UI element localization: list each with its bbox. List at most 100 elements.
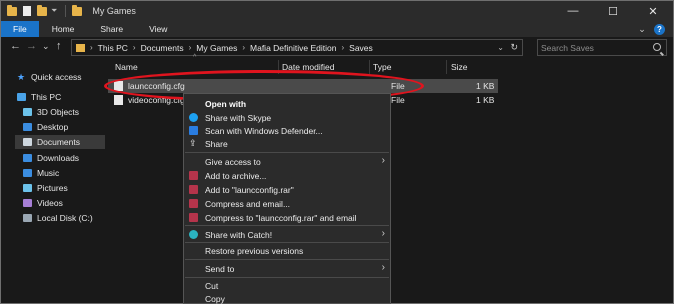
pictures-icon <box>23 184 32 192</box>
customize-toolbar-chevron-icon[interactable]: ⏷ <box>51 6 57 16</box>
menu-item-give-access[interactable]: Give access to › <box>184 155 390 168</box>
sidebar-item-downloads[interactable]: Downloads <box>23 151 79 165</box>
recent-locations-chevron-icon[interactable]: ⌄ <box>42 41 50 52</box>
breadcrumb-my-games[interactable]: My Games <box>196 43 237 53</box>
file-icon <box>114 81 123 91</box>
disk-icon <box>23 214 32 222</box>
sidebar-item-this-pc[interactable]: This PC <box>17 90 61 104</box>
menu-item-label: Share <box>205 138 228 149</box>
submenu-arrow-icon: › <box>381 155 385 166</box>
sidebar-item-pictures[interactable]: Pictures <box>23 181 68 195</box>
menu-item-label: Cut <box>205 280 219 291</box>
column-header-date[interactable]: Date modified <box>282 60 334 74</box>
address-history-chevron-icon[interactable]: ⌄ <box>497 43 504 52</box>
sidebar-item-label: Quick access <box>31 72 82 82</box>
breadcrumb-saves[interactable]: Saves <box>349 43 373 53</box>
winrar-icon <box>189 199 198 208</box>
menu-item-label: Share with Skype <box>205 112 272 123</box>
forward-button[interactable]: → <box>26 40 37 52</box>
sidebar-item-desktop[interactable]: Desktop <box>23 120 68 134</box>
winrar-icon <box>189 185 198 194</box>
documents-icon <box>23 138 32 146</box>
menu-item-label: Copy <box>205 293 225 304</box>
up-button[interactable]: ↑ <box>56 40 62 52</box>
share-icon: ⇪ <box>189 138 197 148</box>
menu-item-compress-rar-email[interactable]: Compress to "launcconfig.rar" and email <box>184 211 390 224</box>
menu-item-copy[interactable]: Copy <box>184 292 390 304</box>
help-icon[interactable]: ? <box>654 23 665 35</box>
column-header-type[interactable]: Type <box>373 60 391 74</box>
column-divider[interactable] <box>278 60 279 74</box>
menu-item-open-with[interactable]: Open with <box>184 97 390 110</box>
menu-item-share[interactable]: ⇪ Share <box>184 137 390 150</box>
column-divider[interactable] <box>369 60 370 74</box>
menu-item-share-catch[interactable]: Share with Catch! › <box>184 228 390 241</box>
menu-item-label: Scan with Windows Defender... <box>205 125 323 136</box>
folder-icon <box>7 4 17 16</box>
menu-separator <box>185 225 389 226</box>
title-folder-icon <box>72 4 83 16</box>
window-title: My Games <box>92 6 136 16</box>
tab-home[interactable]: Home <box>39 21 88 37</box>
breadcrumb-separator-icon[interactable]: › <box>242 43 245 52</box>
title-divider <box>65 5 67 17</box>
breadcrumb-separator-icon[interactable]: › <box>90 43 93 52</box>
menu-separator <box>185 259 389 260</box>
properties-icon[interactable] <box>23 6 31 16</box>
pc-icon <box>17 93 26 101</box>
menu-item-restore-versions[interactable]: Restore previous versions <box>184 244 390 257</box>
file-row-launcconfig[interactable]: launcconfig.cfg File 1 KB <box>108 79 498 93</box>
file-size: 1 KB <box>476 95 495 105</box>
sidebar-item-label: Music <box>37 168 60 178</box>
address-bar[interactable]: › This PC › Documents › My Games › Mafia… <box>71 39 523 56</box>
expand-ribbon-chevron-icon[interactable]: ⌄ <box>634 24 650 35</box>
minimize-button[interactable]: — <box>553 1 593 21</box>
file-name: launcconfig.cfg <box>128 81 185 91</box>
navigation-pane: ★ Quick access This PC 3D Objects Deskto… <box>1 57 105 303</box>
music-icon <box>23 169 32 177</box>
refresh-icon[interactable]: ↻ <box>510 42 518 53</box>
menu-item-share-skype[interactable]: Share with Skype <box>184 111 390 124</box>
desktop-icon <box>23 123 32 131</box>
maximize-button[interactable]: ☐ <box>593 1 633 21</box>
sidebar-item-documents[interactable]: Documents <box>15 135 105 149</box>
close-button[interactable]: ✕ <box>633 1 673 21</box>
tab-file[interactable]: File <box>1 21 39 37</box>
menu-item-label: Open with <box>205 98 247 109</box>
menu-item-compress-email[interactable]: Compress and email... <box>184 197 390 210</box>
menu-item-send-to[interactable]: Send to › <box>184 262 390 275</box>
3d-objects-icon <box>23 108 32 116</box>
menu-item-label: Compress to "launcconfig.rar" and email <box>205 212 357 223</box>
menu-item-label: Restore previous versions <box>205 245 304 256</box>
sidebar-item-local-disk[interactable]: Local Disk (C:) <box>23 211 93 225</box>
breadcrumb-this-pc[interactable]: This PC <box>98 43 128 53</box>
menu-item-scan-defender[interactable]: Scan with Windows Defender... <box>184 124 390 137</box>
context-menu: Open with Share with Skype Scan with Win… <box>183 93 391 304</box>
breadcrumb-separator-icon[interactable]: › <box>133 43 136 52</box>
sidebar-item-music[interactable]: Music <box>23 166 59 180</box>
sidebar-item-3d-objects[interactable]: 3D Objects <box>23 105 79 119</box>
tab-share[interactable]: Share <box>87 21 136 37</box>
sidebar-item-label: Videos <box>37 198 63 208</box>
file-type: File <box>391 81 405 91</box>
search-input[interactable]: Search Saves <box>537 39 667 56</box>
new-folder-icon[interactable] <box>37 4 47 16</box>
sidebar-item-videos[interactable]: Videos <box>23 196 63 210</box>
back-button[interactable]: ← <box>10 40 21 52</box>
column-header-name[interactable]: Name <box>115 60 138 74</box>
breadcrumb-separator-icon[interactable]: › <box>341 43 344 52</box>
column-header-size[interactable]: Size <box>451 60 468 74</box>
sidebar-item-label: Desktop <box>37 122 69 132</box>
menu-separator <box>185 277 389 278</box>
search-icon <box>653 43 661 51</box>
menu-item-cut[interactable]: Cut <box>184 279 390 292</box>
sidebar-item-quick-access[interactable]: ★ Quick access <box>17 70 82 84</box>
menu-item-add-rar[interactable]: Add to "launcconfig.rar" <box>184 183 390 196</box>
column-divider[interactable] <box>446 60 447 74</box>
menu-item-add-archive[interactable]: Add to archive... <box>184 169 390 182</box>
breadcrumb-separator-icon[interactable]: › <box>189 43 192 52</box>
menu-item-label: Share with Catch! <box>205 229 273 240</box>
breadcrumb-mafia[interactable]: Mafia Definitive Edition <box>250 43 336 53</box>
tab-view[interactable]: View <box>136 21 180 37</box>
breadcrumb-documents[interactable]: Documents <box>141 43 184 53</box>
